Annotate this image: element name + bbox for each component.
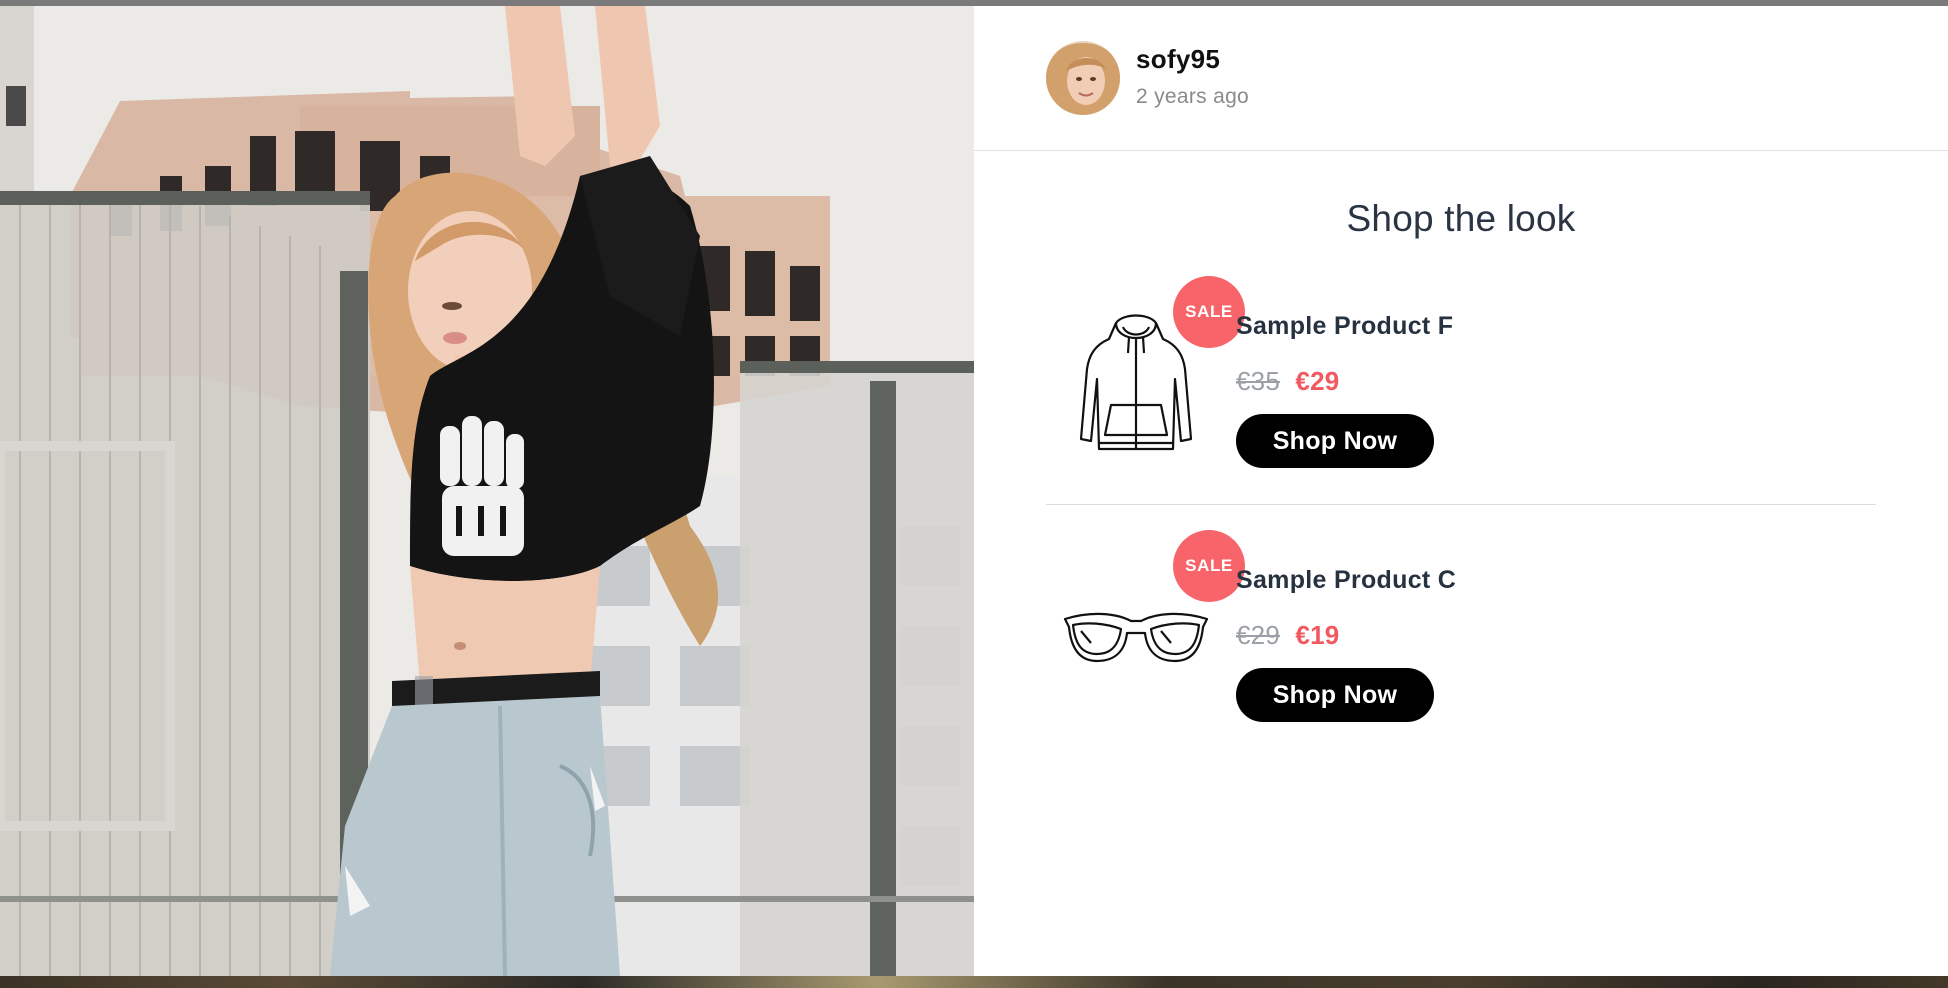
shop-panel: sofy95 2 years ago Shop the look SALE Sa… bbox=[974, 6, 1948, 976]
product-name[interactable]: Sample Product F bbox=[1236, 312, 1453, 341]
shop-now-button[interactable]: Shop Now bbox=[1236, 414, 1434, 468]
model-photo-image bbox=[0, 6, 974, 976]
product-price: €35 €29 bbox=[1236, 366, 1339, 397]
shop-the-look-modal: sofy95 2 years ago Shop the look SALE Sa… bbox=[0, 6, 1948, 976]
avatar-icon bbox=[1046, 41, 1120, 115]
background-gallery-strip bbox=[0, 976, 1948, 988]
post-photo[interactable] bbox=[0, 6, 974, 976]
sale-badge: SALE bbox=[1173, 530, 1245, 602]
sale-price: €19 bbox=[1295, 620, 1340, 650]
post-header: sofy95 2 years ago bbox=[974, 6, 1948, 151]
product-card: SALE Sample Product F €35 €29 Shop Now bbox=[1046, 268, 1876, 505]
product-card: SALE Sample Product C €29 €19 Shop Now bbox=[1046, 522, 1876, 752]
product-price: €29 €19 bbox=[1236, 620, 1339, 651]
sale-price: €29 bbox=[1295, 366, 1340, 396]
post-time: 2 years ago bbox=[1136, 85, 1250, 108]
shop-the-look-title: Shop the look bbox=[1346, 198, 1576, 239]
sunglasses-icon bbox=[1063, 612, 1209, 663]
username[interactable]: sofy95 bbox=[1136, 44, 1220, 75]
sale-badge: SALE bbox=[1173, 276, 1245, 348]
original-price: €35 bbox=[1236, 366, 1280, 396]
user-avatar[interactable] bbox=[1046, 41, 1120, 115]
shop-now-button[interactable]: Shop Now bbox=[1236, 668, 1434, 722]
original-price: €29 bbox=[1236, 620, 1280, 650]
product-name[interactable]: Sample Product C bbox=[1236, 566, 1456, 595]
